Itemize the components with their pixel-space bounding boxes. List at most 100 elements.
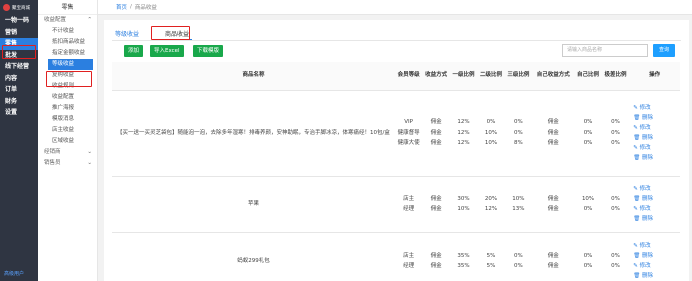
logo-text: 聚宝商城 <box>12 5 30 11</box>
chevron-down-icon: ⌄ <box>87 149 92 155</box>
self-value: 0% <box>583 263 593 269</box>
method-value: 佣金 <box>430 263 442 269</box>
col-header: 会员等级 <box>394 62 423 91</box>
l1-value: 35% <box>457 252 470 259</box>
delete-button[interactable]: 🗑 删除 <box>633 194 680 204</box>
l3-value: 8% <box>514 140 523 147</box>
product-name-cell: 【买一送一买灵芝袋包】随能泡一泡，去除多年湿寒！排毒养颜，安神助眠，专治手脚冰凉… <box>112 90 395 177</box>
import-excel-button[interactable]: 导入Excel <box>150 45 184 57</box>
subnav-item[interactable]: 店主收益 <box>38 125 97 136</box>
l2-value: 5% <box>486 263 496 269</box>
levels-value: VIP <box>404 119 413 126</box>
self-value: 0% <box>583 206 593 212</box>
subnav-item[interactable]: 收益配置 <box>38 92 97 103</box>
col-header: 自己比例 <box>574 62 602 91</box>
nav-item-qrcode[interactable]: 一物一码 <box>0 15 38 27</box>
chevron-down-icon: ⌄ <box>87 160 92 166</box>
l3-value: 0% <box>514 119 523 126</box>
product-name: 蚂蚁299礼包 <box>237 257 270 264</box>
cell-levels: 店主 经理 <box>394 232 423 281</box>
edit-button[interactable]: ✎ 修改 <box>633 143 680 153</box>
nav-item-finance[interactable]: 财务 <box>0 96 38 108</box>
edit-button[interactable]: ✎ 修改 <box>633 123 680 133</box>
l3-value: 0% <box>514 263 523 269</box>
delete-button[interactable]: 🗑 删除 <box>633 113 680 123</box>
self-value: 0% <box>583 119 593 126</box>
delete-button[interactable]: 🗑 删除 <box>633 251 680 261</box>
nav-group-salesperson[interactable]: 销售员 ⌄ <box>38 158 97 169</box>
levels-value: 健康大使 <box>397 140 420 147</box>
cell-method: 佣金 佣金 <box>422 232 450 281</box>
col-header: 收益方式 <box>422 62 450 91</box>
cell-self: 0% 0% <box>574 232 602 281</box>
tab-level-revenue[interactable]: 等级收益 <box>112 28 142 40</box>
delete-button[interactable]: 🗑 删除 <box>633 214 680 224</box>
levels-value: 健康督导 <box>397 129 420 136</box>
l3-value: 0% <box>514 129 523 136</box>
subnav-item[interactable]: 抵扣商品收益 <box>38 37 97 48</box>
table-header-row: 商品名称 会员等级 收益方式 一级比例 二级比例 三级比例 自己收益方式 自己比… <box>112 62 680 91</box>
delete-button[interactable]: 🗑 删除 <box>633 133 680 143</box>
search-input[interactable]: 请输入商品名称 <box>562 44 648 57</box>
cell-l3: 0% 0% <box>504 232 533 281</box>
nav-group-revenue-config[interactable]: 收益配置 ⌃ <box>38 15 97 26</box>
levels-value: 经理 <box>403 206 415 212</box>
self_method-value: 佣金 <box>547 195 559 202</box>
cell-self: 0% 0% 0% <box>574 90 602 177</box>
l3-value: 13% <box>512 206 525 212</box>
delete-button[interactable]: 🗑 删除 <box>633 271 680 281</box>
col-header: 商品名称 <box>112 62 395 91</box>
subnav-item-level-revenue[interactable]: 等级收益 <box>48 59 93 70</box>
highlight-box-retail <box>2 45 36 59</box>
l1-value: 30% <box>457 195 470 202</box>
cell-l2: 20% 12% <box>477 176 505 233</box>
nav-footer-link[interactable]: 高级用户 <box>4 270 24 277</box>
product-name-cell: 苹果 <box>112 176 395 233</box>
breadcrumb-home[interactable]: 首页 <box>116 3 127 11</box>
self-value: 0% <box>583 252 593 259</box>
nav-group-dealer[interactable]: 经销商 ⌄ <box>38 147 97 158</box>
search-button[interactable]: 查询 <box>653 44 675 57</box>
self_method-value: 佣金 <box>547 263 559 269</box>
edit-button[interactable]: ✎ 修改 <box>633 204 680 214</box>
cell-l1: 12% 12% 12% <box>449 90 478 177</box>
nav-item-content[interactable]: 内容 <box>0 73 38 85</box>
diff-value: 0% <box>611 140 620 147</box>
nav-item-marketing[interactable]: 营销 <box>0 27 38 39</box>
subnav-item[interactable]: 模版消息 <box>38 114 97 125</box>
logo-icon <box>3 4 10 11</box>
col-header: 一级比例 <box>449 62 478 91</box>
l2-value: 20% <box>484 195 498 202</box>
nav-item-settings[interactable]: 设置 <box>0 107 38 119</box>
cell-method: 佣金 佣金 <box>422 176 450 233</box>
product-name: 【买一送一买灵芝袋包】随能泡一泡，去除多年湿寒！排毒养颜，安神助眠，专治手脚冰凉… <box>117 129 390 136</box>
secondary-sidebar-title: 零售 <box>38 0 97 15</box>
levels-value: 店主 <box>403 195 415 202</box>
tab-divider <box>112 40 681 41</box>
cell-levels: 店主 经理 <box>394 176 423 233</box>
add-button[interactable]: 添加 <box>124 45 144 57</box>
subnav-item[interactable]: 推广海报 <box>38 103 97 114</box>
product-name-cell: 蚂蚁299礼包 <box>112 232 395 281</box>
nav-group-label: 收益配置 <box>44 17 67 23</box>
edit-button[interactable]: ✎ 修改 <box>633 184 680 194</box>
method-value: 佣金 <box>430 195 442 202</box>
edit-button[interactable]: ✎ 修改 <box>633 261 680 271</box>
l2-value: 0% <box>486 119 496 126</box>
nav-item-orders[interactable]: 订单 <box>0 84 38 96</box>
edit-button[interactable]: ✎ 修改 <box>633 241 680 251</box>
nav-item-offline[interactable]: 线下经营 <box>0 61 38 73</box>
delete-button[interactable]: 🗑 删除 <box>633 153 680 163</box>
method-value: 佣金 <box>430 140 442 147</box>
subnav-item[interactable]: 指定金额收益 <box>38 48 97 59</box>
self_method-value: 佣金 <box>547 140 559 147</box>
subnav-item[interactable]: 不计收益 <box>38 26 97 37</box>
subnav-item[interactable]: 区域收益 <box>38 136 97 147</box>
edit-button[interactable]: ✎ 修改 <box>633 103 680 113</box>
download-template-button[interactable]: 下载模版 <box>193 45 224 57</box>
cell-diff: 0% 0% <box>601 232 630 281</box>
nav-group-label: 经销商 <box>44 149 61 155</box>
l3-value: 10% <box>512 195 525 202</box>
cell-self_method: 佣金 佣金 <box>532 232 575 281</box>
product-name: 苹果 <box>247 200 259 207</box>
